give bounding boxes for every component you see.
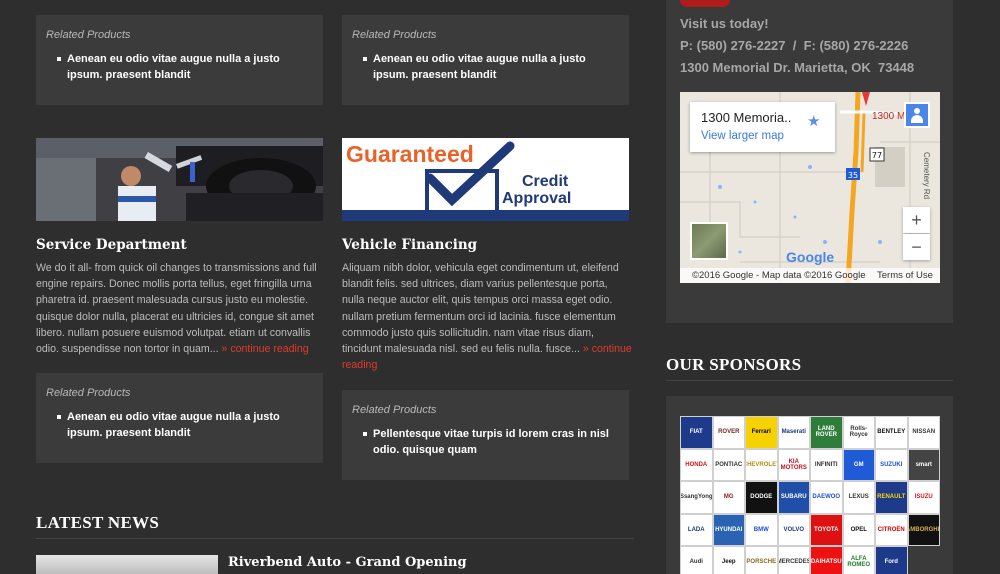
vehicle-financing-image[interactable]: Guaranteed Credit Approval <box>342 138 629 221</box>
location-map[interactable]: 35 77 1300 Memori Cemetery Rd 1300 Memor… <box>680 92 940 283</box>
financing-description: Aliquam nibh dolor, vehicula eget condim… <box>342 262 619 356</box>
related-products-title: Related Products <box>352 29 437 41</box>
news-thumbnail[interactable] <box>36 555 218 574</box>
map-card-title: 1300 Memoria.. <box>701 110 792 125</box>
sponsor-logo-ford[interactable]: Ford <box>875 546 908 574</box>
sponsor-logo-volvo[interactable]: VOLVO <box>777 513 810 546</box>
phone-fax-text: P: (580) 276-2227 / F: (580) 276-2226 <box>680 38 909 53</box>
map-info-card: 1300 Memoria.. ★ View larger map <box>690 102 835 152</box>
sponsor-logo-kia-motors[interactable]: KIA MOTORS <box>777 448 810 481</box>
service-continue-reading-link[interactable]: » continue reading <box>222 343 309 355</box>
sponsor-logo-infiniti[interactable]: INFINITI <box>810 448 843 481</box>
sponsor-logo-mercedes[interactable]: MERCEDES <box>777 546 810 574</box>
sponsor-logo-ferrari[interactable]: Ferrari <box>745 416 778 449</box>
latest-news-divider <box>36 538 634 539</box>
sponsor-logo-jeep[interactable]: Jeep <box>712 546 745 574</box>
sponsor-logo-nissan[interactable]: NISSAN <box>907 416 940 449</box>
sponsor-logo-pontiac[interactable]: PONTIAC <box>712 448 745 481</box>
banner-guaranteed-text: Guaranteed <box>346 141 474 167</box>
sponsor-logo-mg[interactable]: MG <box>712 481 745 514</box>
sponsor-logo-honda[interactable]: HONDA <box>680 448 713 481</box>
sponsor-logo-porsche[interactable]: PORSCHE <box>745 546 778 574</box>
news-item-title[interactable]: Riverbend Auto - Grand Opening <box>228 555 467 570</box>
credit-approval-banner: Guaranteed Credit Approval <box>342 138 629 221</box>
sponsor-logo-smart[interactable]: smart <box>907 448 940 481</box>
brand-accent-shape <box>680 0 730 7</box>
vehicle-financing-text: Aliquam nibh dolor, vehicula eget condim… <box>342 260 632 373</box>
road-label: Cemetery Rd <box>922 152 931 199</box>
sponsor-logo-gm[interactable]: GM <box>842 448 875 481</box>
sponsor-logo-hyundai[interactable]: HYUNDAI <box>712 513 745 546</box>
map-footer: ©2016 Google - Map data ©2016 Google Ter… <box>680 268 940 283</box>
sponsor-logo-land-rover[interactable]: LAND ROVER <box>810 416 843 449</box>
sponsor-logo-chevrolet[interactable]: CHEVROLET <box>745 448 778 481</box>
sponsor-logo-toyota[interactable]: TOYOTA <box>810 513 843 546</box>
map-attribution-text: ©2016 Google - Map data ©2016 Google <box>692 270 866 281</box>
related-products-box-1: Related Products Aenean eu odio vitae au… <box>36 15 323 105</box>
service-department-title[interactable]: Service Department <box>36 237 187 253</box>
sponsor-logo-opel[interactable]: OPEL <box>842 513 875 546</box>
sponsor-logo-bentley[interactable]: BENTLEY <box>875 416 908 449</box>
latest-news-heading: LATEST NEWS <box>36 513 160 532</box>
banner-credit-text: Credit <box>522 173 569 190</box>
sponsor-logo-subaru[interactable]: SUBARU <box>777 481 810 514</box>
sponsor-logo-ssangyong[interactable]: SsangYong <box>680 481 713 514</box>
view-larger-map-link[interactable]: View larger map <box>701 130 784 142</box>
google-logo: Google <box>786 249 835 265</box>
sponsor-logo-lamborghini[interactable]: LAMBORGHINI <box>907 513 940 546</box>
sponsors-divider <box>666 380 953 381</box>
sponsor-logo-audi[interactable]: Audi <box>680 546 713 574</box>
sponsor-logo-daewoo[interactable]: DAEWOO <box>810 481 843 514</box>
related-products-title: Related Products <box>46 387 131 399</box>
sponsor-logo-alfa-romeo[interactable]: ALFA ROMEO <box>842 546 875 574</box>
related-product-link[interactable]: Aenean eu odio vitae augue nulla a justo… <box>352 51 619 83</box>
related-products-box-4: Related Products Pellentesque vitae turp… <box>342 390 629 480</box>
visit-us-text: Visit us today! <box>680 16 769 31</box>
mechanic-photo <box>36 138 323 221</box>
sponsor-logo-suzuki[interactable]: SUZUKI <box>875 448 908 481</box>
sponsor-logo-daihatsu[interactable]: DAIHATSU <box>810 546 843 574</box>
related-product-link[interactable]: Pellentesque vitae turpis id lorem cras … <box>352 426 619 458</box>
service-department-text: We do it all- from quick oil changes to … <box>36 260 326 357</box>
save-star-icon[interactable]: ★ <box>807 112 820 130</box>
sponsor-logo-lexus[interactable]: LEXUS <box>842 481 875 514</box>
service-description: We do it all- from quick oil changes to … <box>36 262 317 356</box>
sponsor-logo-grid: FIAT ROVER Ferrari Maserati LAND ROVER Rolls-… <box>680 416 940 574</box>
street-view-person-icon[interactable] <box>904 102 930 128</box>
sponsor-logo-fiat[interactable]: FIAT <box>680 416 713 449</box>
sponsor-logo-citro-n[interactable]: CITROËN <box>875 513 908 546</box>
sponsor-logo-maserati[interactable]: Maserati <box>777 416 810 449</box>
vehicle-financing-title[interactable]: Vehicle Financing <box>342 237 477 253</box>
satellite-thumbnail[interactable] <box>690 222 728 260</box>
terms-of-use-link[interactable]: Terms of Use <box>877 268 933 283</box>
us77-shield-label: 77 <box>872 151 882 160</box>
sponsor-logo-renault[interactable]: RENAULT <box>875 481 908 514</box>
related-product-link[interactable]: Aenean eu odio vitae augue nulla a justo… <box>46 409 313 441</box>
related-product-link[interactable]: Aenean eu odio vitae augue nulla a justo… <box>46 51 313 83</box>
related-products-title: Related Products <box>352 404 437 416</box>
zoom-in-button[interactable]: + <box>903 207 930 233</box>
sponsor-logo-rolls-royce[interactable]: Rolls-Royce <box>842 416 875 449</box>
i35-shield-label: 35 <box>848 171 858 180</box>
sponsor-logo-isuzu[interactable]: ISUZU <box>907 481 940 514</box>
sponsor-logo-dodge[interactable]: DODGE <box>745 481 778 514</box>
related-products-box-3: Related Products Aenean eu odio vitae au… <box>36 373 323 463</box>
service-department-image[interactable] <box>36 138 323 221</box>
related-products-title: Related Products <box>46 29 131 41</box>
related-products-box-2: Related Products Aenean eu odio vitae au… <box>342 15 629 105</box>
address-text: 1300 Memorial Dr. Marietta, OK 73448 <box>680 60 915 75</box>
sponsors-heading: OUR SPONSORS <box>666 355 802 374</box>
banner-approval-text: Approval <box>502 190 571 207</box>
zoom-out-button[interactable]: − <box>903 234 930 260</box>
sponsor-logo-bmw[interactable]: BMW <box>745 513 778 546</box>
sponsor-logo-rover[interactable]: ROVER <box>712 416 745 449</box>
sponsor-logo-lada[interactable]: LADA <box>680 513 713 546</box>
